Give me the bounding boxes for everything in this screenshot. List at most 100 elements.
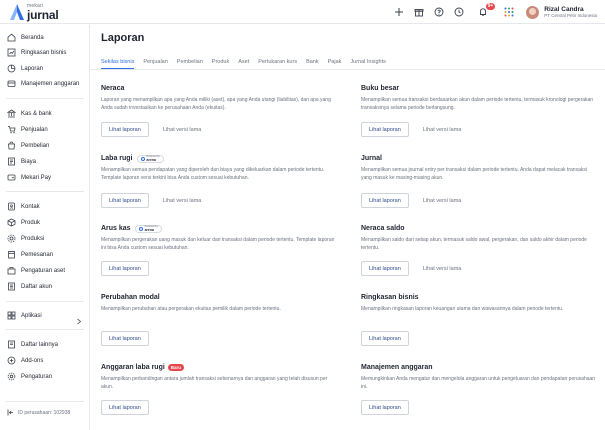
report-card-desc: Menampilkan semua pendapatan yang dipero… [101, 167, 325, 181]
sidebar-item-label: Aplikasi [21, 312, 42, 319]
sidebar-item-mekari-pay[interactable]: Mekari Pay [0, 171, 90, 184]
settings-icon [7, 372, 16, 381]
view-report-button[interactable]: Lihat laporan [361, 331, 409, 346]
sidebar-divider [6, 98, 84, 99]
logo-main-text: jurnal [27, 7, 59, 22]
plus-icon[interactable] [390, 3, 408, 21]
app-logo[interactable]: mekari jurnal [10, 3, 59, 22]
report-tabs: Sekilas bisnis Penjualan Pembelian Produ… [101, 57, 395, 69]
tab-sekilas-bisnis[interactable]: Sekilas bisnis [101, 57, 135, 69]
report-card-desc: Menampilkan semua transaksi berdasarkan … [361, 97, 594, 111]
tab-penjualan[interactable]: Penjualan [143, 57, 167, 69]
sidebar-item-kontak[interactable]: Kontak [0, 200, 90, 213]
report-card-ringkasan-bisnis: Ringkasan bisnis Menampilkan ringkasan l… [361, 293, 601, 363]
sidebar-item-label: Laporan [21, 65, 44, 72]
sidebar-divider [6, 191, 84, 192]
report-card-anggaran-laba-rugi: Anggaran laba rugi Baru Menampilkan perb… [101, 363, 341, 430]
view-report-button[interactable]: Lihat laporan [101, 400, 149, 415]
sidebar-item-label: Pemesanan [21, 251, 54, 258]
report-card-title: Perubahan modal [101, 294, 160, 301]
production-icon [7, 234, 16, 243]
view-report-button[interactable]: Lihat laporan [361, 122, 409, 137]
old-version-link[interactable]: Lihat versi lama [423, 266, 462, 272]
report-card-neraca: Neraca Laporan yang menampilkan apa yang… [101, 84, 341, 164]
sidebar-item-label: Daftar akun [21, 283, 53, 290]
user-menu[interactable]: Rizal Candra PT Central Petir Indonesia [526, 5, 597, 19]
view-report-button[interactable]: Lihat laporan [361, 193, 409, 208]
expense-icon [7, 157, 16, 166]
view-report-button[interactable]: Lihat laporan [361, 400, 409, 415]
tab-pembelian[interactable]: Pembelian [177, 57, 203, 69]
report-card-title: Manajemen anggaran [361, 364, 433, 371]
report-card-laba-rugi: Laba rugi Powered by arena Menampilkan se… [101, 154, 341, 234]
budget-icon [7, 79, 16, 88]
apps-icon [7, 311, 16, 320]
sidebar-item-daftar-lainnya[interactable]: Daftar lainnya [0, 338, 90, 351]
new-badge: Baru [167, 364, 185, 371]
old-version-link[interactable]: Lihat versi lama [163, 127, 202, 133]
sidebar-item-beranda[interactable]: Beranda [0, 31, 90, 44]
tab-aset[interactable]: Aset [238, 57, 249, 69]
sidebar-item-manajemen-anggaran[interactable]: Manajemen anggaran [0, 77, 90, 90]
sidebar-item-label: Daftar lainnya [21, 341, 59, 348]
sidebar-item-add-ons[interactable]: Add-ons [0, 354, 90, 367]
old-version-link[interactable]: Lihat versi lama [163, 198, 202, 204]
pay-icon [7, 173, 16, 182]
sidebar-divider [6, 329, 84, 330]
sidebar-item-daftar-akun[interactable]: Daftar akun [0, 280, 90, 293]
view-report-button[interactable]: Lihat laporan [361, 261, 409, 276]
old-version-link[interactable]: Lihat versi lama [423, 198, 462, 204]
sidebar-item-pembelian[interactable]: Pembelian [0, 139, 90, 152]
report-card-perubahan-modal: Perubahan modal Menampilkan perubahan at… [101, 293, 341, 363]
apps-grid-icon[interactable] [500, 3, 518, 21]
tab-produk[interactable]: Produk [212, 57, 229, 69]
accounts-icon [7, 282, 16, 291]
home-icon [7, 33, 16, 42]
sidebar-item-label: Produk [21, 219, 41, 226]
report-card-desc: Menampilkan saldo dari setiap akun, term… [361, 237, 587, 251]
bell-icon[interactable]: 9+ [474, 3, 496, 21]
avatar[interactable] [526, 5, 540, 19]
view-report-button[interactable]: Lihat laporan [101, 331, 149, 346]
report-card-jurnal: Jurnal Menampilkan semua journal entry p… [361, 154, 601, 234]
sidebar-item-produksi[interactable]: Produksi [0, 232, 90, 245]
report-card-title: Neraca [101, 85, 125, 92]
view-report-button[interactable]: Lihat laporan [101, 193, 149, 208]
report-card-title: Ringkasan bisnis [361, 294, 419, 301]
report-card-desc: Menampilkan pergerakan uang masuk dan ke… [101, 237, 335, 251]
tab-pertukaran-kurs[interactable]: Pertukaran kurs [258, 57, 297, 69]
sidebar-item-pemesanan[interactable]: Pemesanan [0, 248, 90, 261]
sidebar-item-aplikasi[interactable]: Aplikasi [0, 309, 90, 325]
sidebar-item-produk[interactable]: Produk [0, 216, 90, 229]
chart-icon [7, 48, 16, 57]
view-report-button[interactable]: Lihat laporan [101, 261, 149, 276]
tab-jurnal-insights[interactable]: Jurnal Insights [350, 57, 385, 69]
report-card-desc: Menampilkan semua journal entry per tran… [361, 167, 587, 181]
sidebar-item-biaya[interactable]: Biaya [0, 155, 90, 168]
user-company: PT Central Petir Indonesia [544, 13, 597, 19]
sidebar-item-ringkasan-bisnis[interactable]: Ringkasan bisnis [0, 46, 90, 59]
tab-bank[interactable]: Bank [306, 57, 319, 69]
main-content: Laporan Sekilas bisnis Penjualan Pembeli… [91, 25, 605, 430]
view-report-button[interactable]: Lihat laporan [101, 122, 149, 137]
gift-icon[interactable] [410, 3, 428, 21]
user-name: Rizal Candra [544, 5, 584, 13]
help-icon[interactable] [430, 3, 448, 21]
report-card-title: Arus kas [101, 225, 131, 232]
sidebar-item-penjualan[interactable]: Penjualan [0, 123, 90, 136]
sidebar-item-kas-bank[interactable]: Kas & bank [0, 107, 90, 120]
sidebar-item-label: Beranda [21, 34, 44, 41]
clock-icon[interactable] [450, 3, 468, 21]
sidebar-item-pengaturan[interactable]: Pengaturan [0, 370, 90, 383]
sidebar-item-pengaturan-aset[interactable]: Pengaturan aset [0, 264, 90, 277]
sidebar-item-label: Penjualan [21, 126, 48, 133]
sidebar-item-laporan[interactable]: Laporan [0, 62, 90, 75]
collapse-sidebar-icon[interactable] [7, 409, 14, 416]
sidebar-item-label: Produksi [21, 235, 45, 242]
sidebar-item-label: Ringkasan bisnis [21, 49, 67, 56]
old-version-link[interactable]: Lihat versi lama [423, 127, 462, 133]
sidebar-item-label: Manajemen anggaran [21, 80, 80, 87]
tab-pajak[interactable]: Pajak [328, 57, 342, 69]
sidebar-divider [6, 401, 84, 402]
sidebar-item-label: Pengaturan aset [21, 267, 66, 274]
